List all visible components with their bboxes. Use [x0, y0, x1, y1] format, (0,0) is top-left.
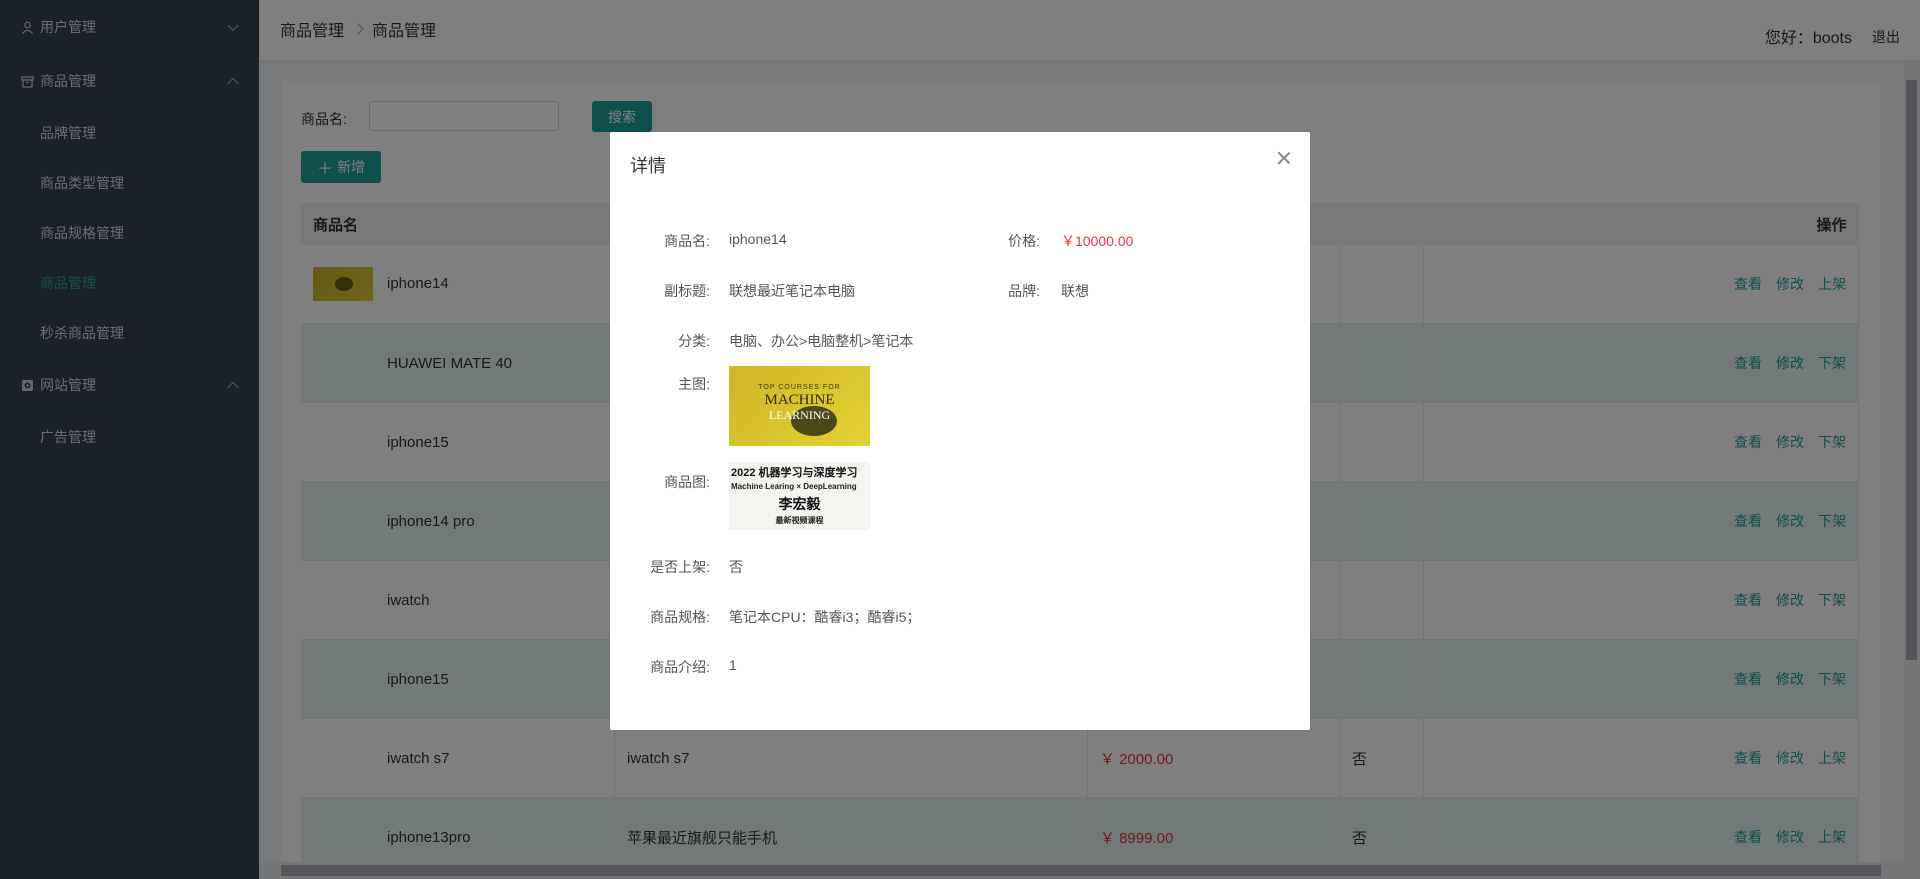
detail-modal: 详情 商品名: iphone14 价格: ￥10000.00 副标题: 联想最近…: [610, 132, 1310, 730]
main-image-text: MACHINE: [764, 392, 835, 408]
field-label-intro: 商品介绍:: [650, 659, 710, 675]
field-label-category: 分类:: [678, 333, 710, 349]
product-image-text: Machine Learing × DeepLearning: [731, 482, 857, 491]
field-label-name: 商品名:: [664, 233, 710, 249]
field-value-on-sale: 否: [729, 559, 743, 575]
field-label-main-image: 主图:: [678, 376, 710, 392]
field-value-subtitle: 联想最近笔记本电脑: [729, 283, 855, 299]
main-image: TOP COURSES FOR MACHINE LEARNING: [729, 366, 870, 446]
field-value-intro: 1: [729, 657, 737, 673]
field-value-name: iphone14: [729, 231, 787, 247]
field-label-spec: 商品规格:: [650, 609, 710, 625]
field-value-price: ￥10000.00: [1061, 233, 1134, 249]
field-value-spec: 笔记本CPU：酷睿i3；酷睿i5；: [729, 609, 921, 625]
close-icon[interactable]: [1276, 150, 1292, 166]
field-label-brand: 品牌:: [1008, 283, 1040, 299]
modal-title: 详情: [630, 156, 666, 176]
main-image-text: LEARNING: [768, 408, 831, 422]
field-label-price: 价格:: [1008, 233, 1040, 249]
field-value-brand: 联想: [1061, 283, 1089, 299]
product-image-text: 2022 机器学习与深度学习: [731, 467, 858, 479]
product-image-text: 最新视频课程: [775, 516, 824, 525]
product-image: 2022 机器学习与深度学习 Machine Learing × DeepLea…: [729, 462, 870, 530]
field-label-subtitle: 副标题:: [664, 283, 710, 299]
main-image-text: TOP COURSES FOR: [758, 384, 841, 391]
field-label-on-sale: 是否上架:: [650, 559, 710, 575]
field-label-product-image: 商品图:: [664, 474, 710, 490]
field-value-category: 电脑、办公>电脑整机>笔记本: [729, 333, 914, 349]
product-image-text: 李宏毅: [778, 496, 821, 512]
